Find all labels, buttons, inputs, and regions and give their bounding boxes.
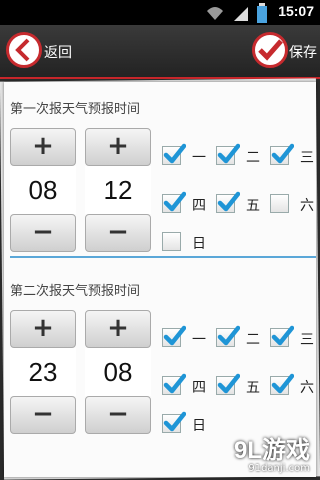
day-label-wed-2: 三 bbox=[300, 332, 314, 348]
minute-plus-button-2[interactable]: + bbox=[85, 310, 151, 348]
status-time: 15:07 bbox=[278, 3, 314, 19]
checkbox-tue-2[interactable] bbox=[216, 325, 240, 347]
day-label-mon-2: 一 bbox=[192, 332, 206, 348]
checkbox-mon-2[interactable] bbox=[162, 325, 186, 347]
minute-value-1[interactable]: 12 bbox=[85, 166, 151, 214]
hour-minus-button-2[interactable]: − bbox=[10, 396, 76, 434]
section-title-2: 第二次报天气预报时间 bbox=[10, 284, 141, 299]
day-label-sun-1: 日 bbox=[192, 236, 206, 252]
hour-plus-button-2[interactable]: + bbox=[10, 310, 76, 348]
checkmark-icon bbox=[217, 143, 240, 164]
checkmark-icon bbox=[163, 191, 186, 212]
checkbox-fri-2[interactable] bbox=[216, 373, 240, 395]
checkmark-icon bbox=[163, 411, 186, 432]
minute-value-2[interactable]: 08 bbox=[85, 348, 151, 396]
save-button[interactable] bbox=[252, 32, 288, 68]
section-divider bbox=[10, 256, 316, 258]
checkbox-wed-1[interactable] bbox=[270, 143, 294, 165]
minute-minus-button-2[interactable]: − bbox=[85, 396, 151, 434]
hour-plus-button-1[interactable]: + bbox=[10, 128, 76, 166]
back-label[interactable]: 返回 bbox=[44, 42, 72, 62]
checkmark-icon bbox=[163, 143, 186, 164]
signal-icon bbox=[234, 7, 248, 21]
day-label-fri-2: 五 bbox=[246, 380, 260, 396]
hour-minus-button-1[interactable]: − bbox=[10, 214, 76, 252]
day-label-sat-2: 六 bbox=[300, 380, 314, 396]
hour-spinner-1: + 08 − bbox=[10, 128, 76, 252]
day-label-wed-1: 三 bbox=[300, 150, 314, 166]
day-label-fri-1: 五 bbox=[246, 198, 260, 214]
checkmark-icon bbox=[271, 325, 294, 346]
section-title-1: 第一次报天气预报时间 bbox=[10, 102, 141, 117]
checkmark-icon bbox=[217, 373, 240, 394]
save-label[interactable]: 保存 bbox=[289, 42, 317, 62]
hour-value-2[interactable]: 23 bbox=[10, 348, 76, 396]
battery-icon bbox=[257, 3, 267, 23]
checkbox-tue-1[interactable] bbox=[216, 143, 240, 165]
day-label-mon-1: 一 bbox=[192, 150, 206, 166]
hour-value-1[interactable]: 08 bbox=[10, 166, 76, 214]
minute-plus-button-1[interactable]: + bbox=[85, 128, 151, 166]
checkbox-thu-2[interactable] bbox=[162, 373, 186, 395]
checkbox-fri-1[interactable] bbox=[216, 191, 240, 213]
checkmark-icon bbox=[271, 373, 294, 394]
minute-minus-button-1[interactable]: − bbox=[85, 214, 151, 252]
checkbox-sat-2[interactable] bbox=[270, 373, 294, 395]
checkmark-icon bbox=[163, 325, 186, 346]
watermark-logo: 9L游戏 bbox=[233, 437, 310, 464]
day-label-sat-1: 六 bbox=[300, 198, 314, 214]
wifi-icon bbox=[207, 7, 223, 20]
checkmark-icon bbox=[217, 191, 240, 212]
checkbox-sat-1[interactable] bbox=[270, 194, 289, 213]
day-label-tue-2: 二 bbox=[246, 332, 260, 348]
checkmark-icon bbox=[217, 325, 240, 346]
top-bar: 返回 保存 bbox=[0, 25, 320, 79]
day-label-tue-1: 二 bbox=[246, 150, 260, 166]
status-bar: 15:07 bbox=[0, 0, 320, 25]
settings-panel: 第一次报天气预报时间 + 08 − + 12 − 一 二 三 四 五 六 日 第… bbox=[4, 82, 316, 477]
checkbox-sun-1[interactable] bbox=[162, 232, 181, 251]
checkmark-icon bbox=[271, 143, 294, 164]
checkbox-mon-1[interactable] bbox=[162, 143, 186, 165]
minute-spinner-2: + 08 − bbox=[85, 310, 151, 434]
minute-spinner-1: + 12 − bbox=[85, 128, 151, 252]
checkbox-thu-1[interactable] bbox=[162, 191, 186, 213]
checkmark-icon bbox=[163, 373, 186, 394]
watermark: 9L游戏 91danji.com bbox=[234, 430, 310, 474]
check-icon bbox=[258, 39, 283, 61]
day-label-thu-1: 四 bbox=[192, 198, 206, 214]
checkbox-wed-2[interactable] bbox=[270, 325, 294, 347]
day-label-sun-2: 日 bbox=[192, 418, 206, 434]
hour-spinner-2: + 23 − bbox=[10, 310, 76, 434]
day-label-thu-2: 四 bbox=[192, 380, 206, 396]
checkbox-sun-2[interactable] bbox=[162, 411, 186, 433]
back-button[interactable] bbox=[6, 32, 42, 68]
back-arrow-icon bbox=[15, 38, 30, 62]
